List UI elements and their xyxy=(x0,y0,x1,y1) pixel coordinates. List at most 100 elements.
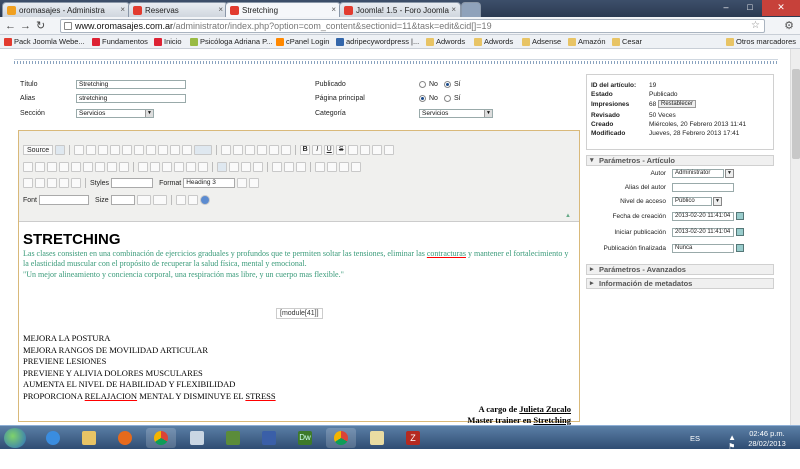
special-char-icon[interactable] xyxy=(372,145,383,155)
undo-icon[interactable] xyxy=(221,145,232,155)
select-icon[interactable] xyxy=(83,162,93,172)
browser-tab-3[interactable]: Stretching × xyxy=(225,2,341,17)
templates-icon[interactable] xyxy=(98,145,109,155)
reset-hits-button[interactable]: Restablecer xyxy=(658,100,697,108)
align-center-icon[interactable] xyxy=(229,162,239,172)
paste-word-icon[interactable] xyxy=(158,145,169,155)
bulleted-list-icon[interactable] xyxy=(150,162,160,172)
omega-icon[interactable] xyxy=(384,145,395,155)
taskbar-ie[interactable] xyxy=(38,428,68,448)
blockquote-icon[interactable] xyxy=(186,162,196,172)
created-date-input[interactable]: 2013-02-20 11:41:04 xyxy=(672,212,734,221)
styles-select[interactable] xyxy=(111,178,154,188)
bookmark-item[interactable]: Pack Joomla Webe... xyxy=(4,37,85,46)
start-button[interactable] xyxy=(4,428,26,448)
published-yes-radio[interactable] xyxy=(444,81,451,88)
maximize-icon[interactable]: □ xyxy=(738,0,762,16)
size-select[interactable] xyxy=(110,195,135,205)
print-icon[interactable] xyxy=(170,145,181,155)
iframe-icon[interactable] xyxy=(47,178,57,188)
back-icon[interactable]: ← xyxy=(5,20,16,32)
align-right-icon[interactable] xyxy=(241,162,251,172)
clock-time[interactable]: 02:46 p.m. xyxy=(742,429,792,438)
bg-color-icon[interactable] xyxy=(152,195,167,205)
author-select[interactable]: Administrator ▼ xyxy=(672,169,734,178)
bookmark-folder[interactable]: Adwords xyxy=(474,37,513,46)
strike-icon[interactable]: S xyxy=(336,145,347,155)
bookmark-item[interactable]: Fundamentos xyxy=(92,37,148,46)
scrollbar-thumb[interactable] xyxy=(792,69,800,159)
clock-date[interactable]: 28/02/2013 xyxy=(742,439,792,448)
publish-down-input[interactable]: Nunca xyxy=(672,244,734,253)
tray-icons[interactable]: ▲ ⚑ ▮ ♪ xyxy=(728,433,736,469)
category-select[interactable]: Servicios ▼ xyxy=(419,109,493,118)
checkbox-icon[interactable] xyxy=(35,162,45,172)
paste-text-icon[interactable] xyxy=(146,145,157,155)
bookmark-folder[interactable]: Adwords xyxy=(426,37,465,46)
close-tab-icon[interactable]: × xyxy=(120,5,125,14)
taskbar-filezilla[interactable]: Z xyxy=(398,428,428,448)
redo-icon[interactable] xyxy=(233,145,244,155)
editor-content[interactable]: STRETCHING Las clases consisten en una c… xyxy=(23,231,575,425)
alias-input[interactable]: stretching xyxy=(76,94,186,103)
close-window-icon[interactable]: ✕ xyxy=(762,0,800,16)
new-page-icon[interactable] xyxy=(74,145,85,155)
copy-icon[interactable] xyxy=(122,145,133,155)
save-icon[interactable] xyxy=(55,145,66,155)
taskbar-chrome[interactable] xyxy=(146,428,176,448)
bookmark-item[interactable]: Inicio xyxy=(154,37,182,46)
taskbar-firefox[interactable] xyxy=(110,428,140,448)
author-alias-input[interactable] xyxy=(672,183,734,192)
about-icon[interactable] xyxy=(199,195,210,205)
replace-icon[interactable] xyxy=(257,145,268,155)
wrench-icon[interactable]: ⚙ xyxy=(784,19,794,32)
justify-icon[interactable] xyxy=(253,162,263,172)
new-tab-button[interactable] xyxy=(461,2,481,17)
flash-icon[interactable] xyxy=(327,162,337,172)
frontpage-yes-radio[interactable] xyxy=(444,95,451,102)
image-icon[interactable] xyxy=(315,162,325,172)
paste-icon[interactable] xyxy=(134,145,145,155)
bold-icon[interactable]: B xyxy=(300,145,311,155)
spellcheck-icon[interactable] xyxy=(182,145,193,155)
cut-icon[interactable] xyxy=(110,145,121,155)
pagebreak-icon[interactable] xyxy=(35,178,45,188)
smiley-2-icon[interactable] xyxy=(71,178,81,188)
div-icon[interactable] xyxy=(198,162,208,172)
taskbar-explorer[interactable] xyxy=(74,428,104,448)
radio-icon[interactable] xyxy=(47,162,57,172)
close-tab-icon[interactable]: × xyxy=(451,5,456,14)
calendar-icon[interactable] xyxy=(736,228,744,236)
bookmark-item[interactable]: Psicóloga Adriana P... xyxy=(190,37,272,46)
close-tab-icon[interactable]: × xyxy=(218,5,223,14)
bookmark-folder[interactable]: Amazón xyxy=(568,37,606,46)
spellcheck-menu-icon[interactable] xyxy=(194,145,213,155)
other-bookmarks[interactable]: Otros marcadores xyxy=(726,37,796,46)
smiley-icon[interactable] xyxy=(23,178,33,188)
publish-up-input[interactable]: 2013-02-20 11:41:04 xyxy=(672,228,734,237)
browser-tab-2[interactable]: Reservas × xyxy=(128,2,228,17)
bookmark-folder[interactable]: Adsense xyxy=(522,37,561,46)
reload-icon[interactable]: ↻ xyxy=(36,20,45,32)
taskbar-minecraft[interactable] xyxy=(218,428,248,448)
hidden-field-icon[interactable] xyxy=(119,162,129,172)
advanced-params-header[interactable]: ▸ Parámetros - Avanzados xyxy=(586,264,774,275)
browser-tab-4[interactable]: Joomla! 1.5 - Foro Joomla × xyxy=(339,2,461,17)
preview-icon[interactable] xyxy=(86,145,97,155)
taskbar-chrome-2[interactable] xyxy=(326,428,356,448)
hr-icon[interactable] xyxy=(351,162,361,172)
taskbar-app[interactable] xyxy=(254,428,284,448)
find-icon[interactable] xyxy=(245,145,256,155)
section-select[interactable]: Servicios ▼ xyxy=(76,109,154,118)
textfield-icon[interactable] xyxy=(59,162,69,172)
font-select[interactable] xyxy=(39,195,90,205)
language-indicator[interactable]: ES xyxy=(690,434,700,443)
title-input[interactable]: Stretching xyxy=(76,80,186,89)
frontpage-no-radio[interactable] xyxy=(419,95,426,102)
calendar-icon[interactable] xyxy=(736,244,744,252)
collapse-toolbar-icon[interactable]: ▲ xyxy=(565,213,571,219)
numbered-list-icon[interactable] xyxy=(138,162,148,172)
taskbar-app[interactable] xyxy=(182,428,212,448)
button-icon[interactable] xyxy=(95,162,105,172)
close-tab-icon[interactable]: × xyxy=(331,5,336,14)
